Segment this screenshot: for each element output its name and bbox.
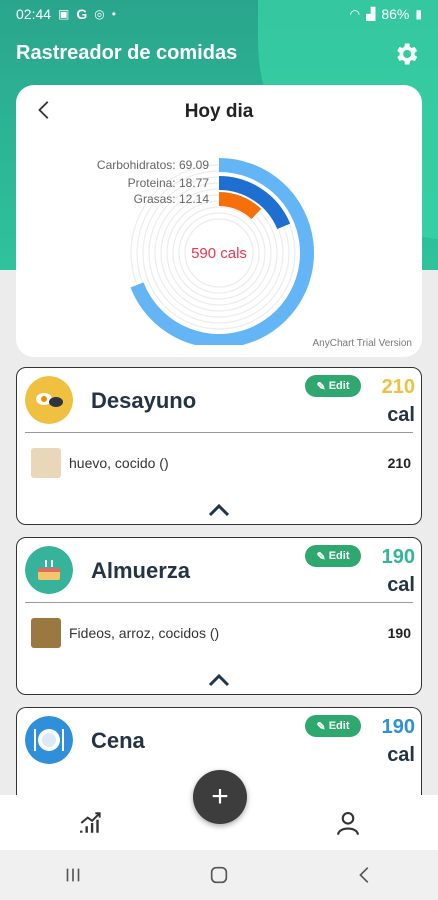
food-item[interactable]: Fideos, arroz, cocidos () 190 — [31, 618, 411, 648]
meal-calories: 190 — [381, 546, 415, 568]
stats-icon[interactable] — [78, 810, 104, 836]
macro-radial-chart: Carbohidratos: 69.09 Proteina: 18.77 Grasa… — [97, 158, 314, 345]
total-calories: 590 cals — [191, 245, 247, 262]
day-title: Hoy dia — [184, 101, 254, 122]
chart-watermark: AnyChart Trial Version — [312, 338, 413, 349]
meal-calories: 190 — [381, 716, 415, 738]
edit-label: Edit — [328, 720, 350, 732]
add-food-button[interactable]: + — [193, 770, 247, 824]
profile-icon[interactable] — [334, 809, 362, 837]
food-item[interactable]: huevo, cocido () 210 — [31, 448, 411, 478]
meal-card-1[interactable]: Almuerza ✎ Edit 190 cal Fideos, arroz, c… — [16, 537, 422, 695]
meal-calories-unit: cal — [387, 574, 415, 596]
breakfast-icon — [25, 376, 73, 424]
food-name: huevo, cocido () — [69, 455, 169, 471]
status-bar: 02:44 ▣ G ◎ • ◠ ▟ 86% ▮ — [0, 0, 438, 28]
pencil-icon: ✎ — [316, 380, 326, 393]
cake-icon — [25, 546, 73, 594]
signal-icon: ▟ — [366, 7, 376, 21]
instagram-icon: ◎ — [94, 7, 105, 21]
edit-meal-button[interactable]: ✎ Edit — [305, 375, 361, 397]
edit-label: Edit — [328, 550, 350, 562]
chevron-up-icon[interactable] — [207, 672, 231, 688]
battery-percent: 86% — [381, 6, 410, 22]
meal-calories-unit: cal — [387, 404, 415, 426]
wifi-icon: ◠ — [349, 7, 361, 21]
food-thumbnail — [31, 618, 61, 648]
edit-meal-button[interactable]: ✎ Edit — [305, 715, 361, 737]
plate-icon — [25, 716, 73, 764]
divider — [25, 602, 413, 603]
pencil-icon: ✎ — [316, 550, 326, 563]
gallery-icon: ▣ — [58, 7, 70, 21]
google-icon: G — [76, 6, 88, 22]
meal-calories: 210 — [381, 376, 415, 398]
food-calories: 190 — [387, 625, 411, 641]
food-calories: 210 — [387, 455, 411, 471]
home-icon[interactable] — [208, 864, 230, 886]
chevron-up-icon[interactable] — [207, 502, 231, 518]
food-thumbnail — [31, 448, 61, 478]
pencil-icon: ✎ — [316, 720, 326, 733]
battery-icon: ▮ — [415, 7, 422, 21]
series-label: Proteina: 18.77 — [128, 176, 210, 190]
recents-icon[interactable] — [62, 864, 84, 886]
meal-card-0[interactable]: Desayuno ✎ Edit 210 cal huevo, cocido ()… — [16, 367, 422, 525]
meal-name: Cena — [91, 728, 145, 753]
dot-icon: • — [111, 7, 116, 21]
meal-name: Almuerza — [91, 558, 191, 583]
app-title: Rastreador de comidas — [16, 42, 238, 64]
divider — [25, 432, 413, 433]
food-name: Fideos, arroz, cocidos () — [69, 625, 220, 641]
back-icon[interactable] — [354, 864, 376, 886]
meal-calories-unit: cal — [387, 744, 415, 766]
status-time: 02:44 — [16, 6, 52, 22]
series-arc-grasas — [218, 192, 262, 220]
daily-summary-card: Hoy dia Carbohidratos: 69.09 Proteina: 18… — [16, 85, 422, 357]
gear-icon[interactable] — [392, 40, 420, 68]
series-label: Grasas: 12.14 — [134, 192, 210, 206]
edit-label: Edit — [328, 380, 350, 392]
series-label: Carbohidratos: 69.09 — [97, 158, 209, 172]
edit-meal-button[interactable]: ✎ Edit — [305, 545, 361, 567]
meal-name: Desayuno — [91, 388, 197, 413]
system-navigation — [0, 850, 438, 900]
